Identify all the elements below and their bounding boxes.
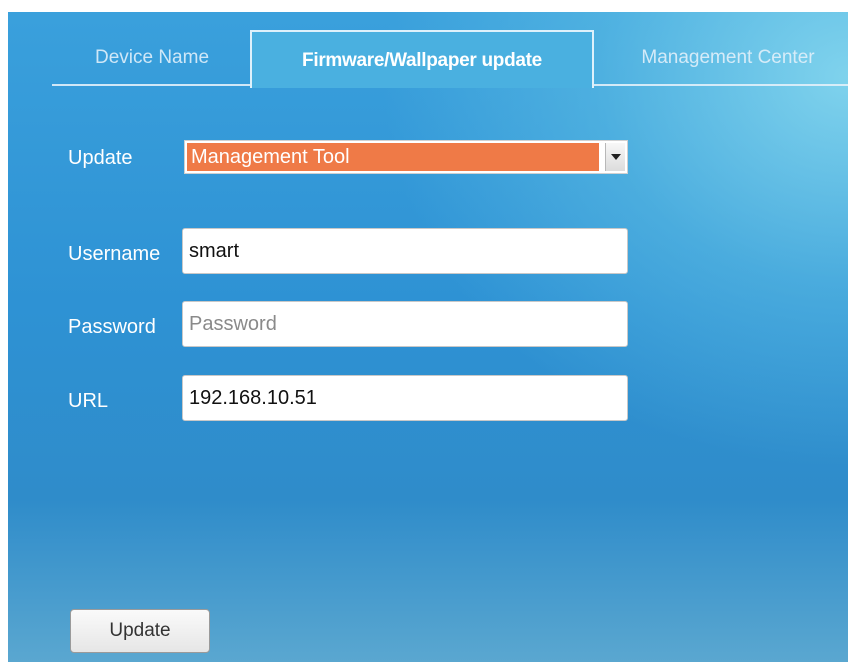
settings-panel: Device Name Firmware/Wallpaper update Ma… <box>8 12 848 662</box>
username-field[interactable] <box>182 228 628 274</box>
update-label: Update <box>68 147 133 169</box>
url-field[interactable] <box>182 375 628 421</box>
password-field[interactable] <box>182 301 628 347</box>
tab-firmware-wallpaper-update[interactable]: Firmware/Wallpaper update <box>250 30 594 88</box>
update-button[interactable]: Update <box>70 609 210 653</box>
update-select[interactable]: Management Tool <box>184 140 628 174</box>
chevron-down-icon[interactable] <box>605 143 625 171</box>
url-label: URL <box>68 390 109 412</box>
update-select-value: Management Tool <box>187 143 599 171</box>
tab-device-name[interactable]: Device Name <box>62 32 242 84</box>
username-label: Username <box>68 243 161 265</box>
tab-bar: Device Name Firmware/Wallpaper update Ma… <box>8 12 848 88</box>
password-label: Password <box>68 316 156 338</box>
tab-management-center[interactable]: Management Center <box>608 32 848 84</box>
